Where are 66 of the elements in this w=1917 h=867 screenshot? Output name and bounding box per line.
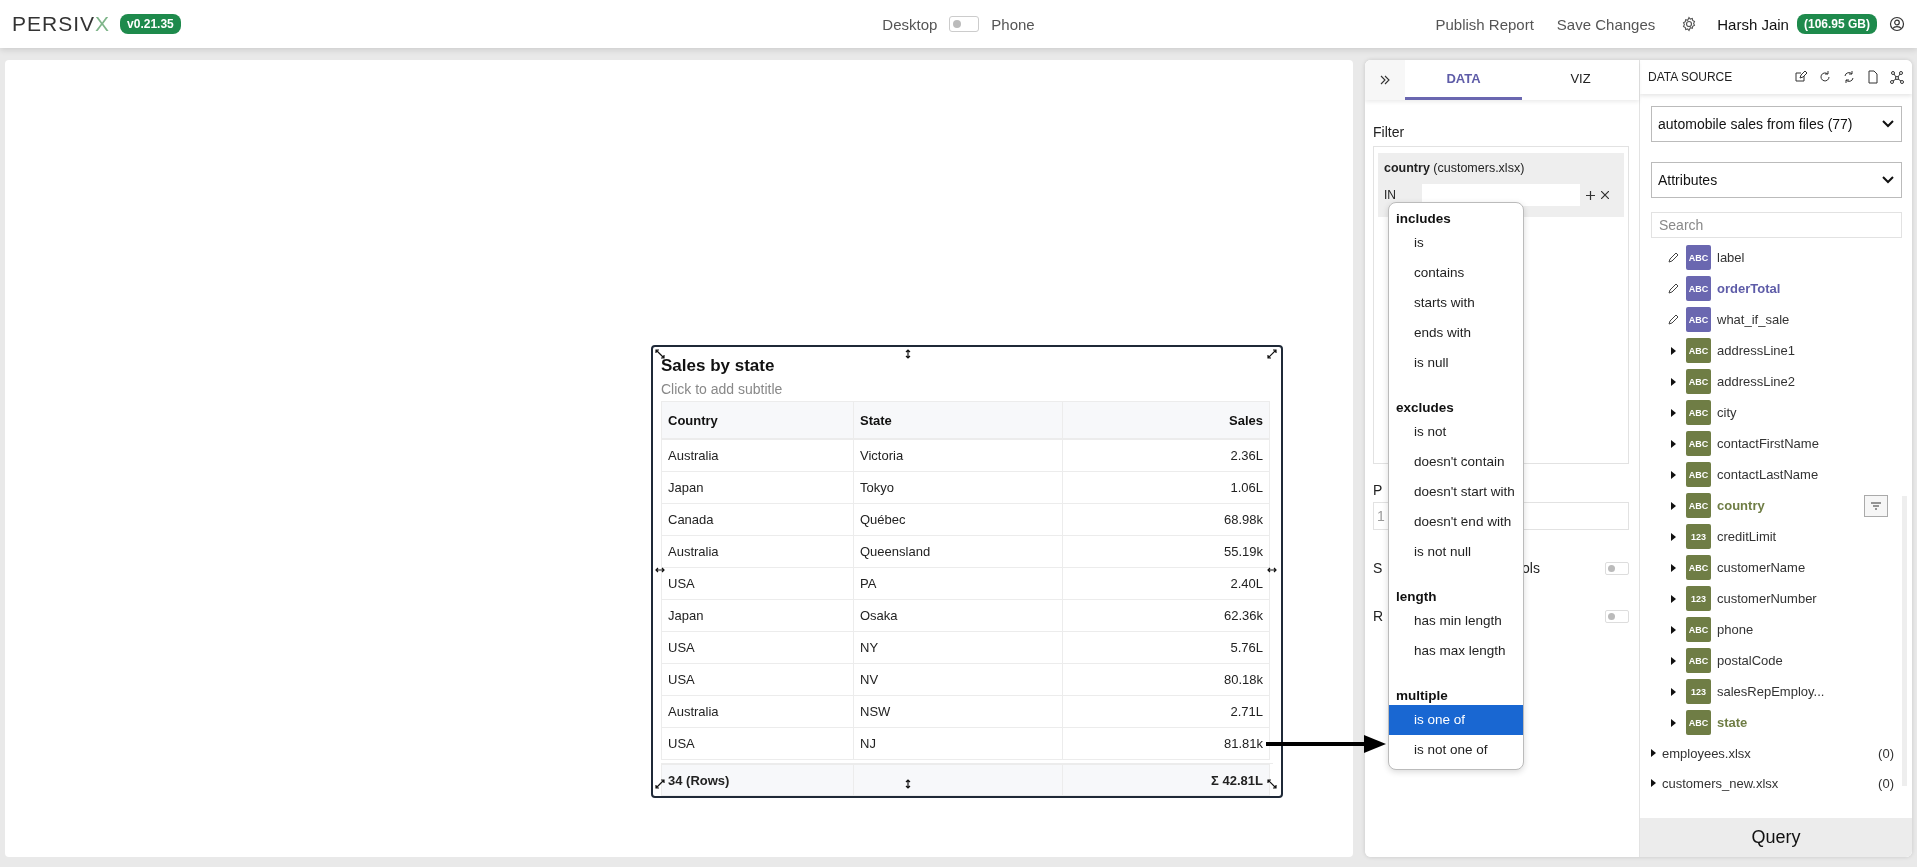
table-cell: NV [853, 663, 1063, 696]
storage-badge: (106.95 GB) [1796, 14, 1877, 34]
setting-label: R [1373, 608, 1384, 624]
type-badge: ABC [1686, 493, 1711, 518]
table-cell: Japan [661, 599, 854, 632]
type-badge: ABC [1686, 617, 1711, 642]
table-cell: 2.71L [1062, 695, 1270, 728]
menu-group-heading: multiple [1395, 687, 1449, 705]
table-cell: 5.76L [1062, 631, 1270, 664]
menu-group-heading: length [1395, 588, 1438, 606]
total-value: Σ 42.81L [1062, 764, 1270, 796]
menu-group-heading: excludes [1395, 399, 1455, 417]
setting-label: S [1373, 560, 1383, 576]
panel-title: DATA SOURCE [1648, 70, 1734, 84]
table-cell: 2.36L [1062, 439, 1270, 472]
type-badge: ABC [1686, 245, 1711, 270]
type-badge: ABC [1686, 462, 1711, 487]
filter-label: Filter [1373, 124, 1406, 140]
table-cell: USA [661, 631, 854, 664]
table-cell: 80.18k [1062, 663, 1270, 696]
table-cell: 1.06L [1062, 471, 1270, 504]
table-cell: NJ [853, 727, 1063, 760]
row-count: 34 (Rows) [661, 764, 854, 796]
table-cell: 68.98k [1062, 503, 1270, 536]
file-count: (0) [1878, 745, 1894, 761]
type-badge: 123 [1686, 586, 1711, 611]
type-badge: ABC [1686, 400, 1711, 425]
table-cell: USA [661, 663, 854, 696]
select-value: automobile sales from files (77) [1658, 116, 1853, 132]
table-cell: Australia [661, 439, 854, 472]
table-cell: Québec [853, 503, 1063, 536]
type-badge: ABC [1686, 338, 1711, 363]
table-cell: 62.36k [1062, 599, 1270, 632]
table-cell: Victoria [853, 439, 1063, 472]
setting-label: P [1373, 482, 1383, 498]
table-cell: Australia [661, 535, 854, 568]
type-badge: ABC [1686, 710, 1711, 735]
field-value: 1 [1377, 508, 1385, 524]
table-cell: NSW [853, 695, 1063, 728]
view-label: Desktop [882, 15, 938, 33]
table-cell: 81.81k [1062, 727, 1270, 760]
version-badge: v0.21.35 [120, 14, 181, 34]
table-cell: NY [853, 631, 1063, 664]
table-cell: Queensland [853, 535, 1063, 568]
table-cell: Japan [661, 471, 854, 504]
menu-group-heading: includes [1395, 210, 1452, 228]
file-count: (0) [1878, 775, 1894, 791]
select-value: Attributes [1658, 172, 1718, 188]
type-badge: ABC [1686, 276, 1711, 301]
type-badge: 123 [1686, 524, 1711, 549]
filter-field-name: country (customers.xlsx) [1384, 161, 1526, 175]
table-cell: Osaka [853, 599, 1063, 632]
table-cell: 55.19k [1062, 535, 1270, 568]
type-badge: ABC [1686, 307, 1711, 332]
table-cell: Canada [661, 503, 854, 536]
type-badge: ABC [1686, 648, 1711, 673]
table-cell: USA [661, 567, 854, 600]
type-badge: ABC [1686, 555, 1711, 580]
table-cell: USA [661, 727, 854, 760]
table-cell: PA [853, 567, 1063, 600]
view-label: Phone [991, 15, 1035, 33]
type-badge: ABC [1686, 369, 1711, 394]
type-badge: 123 [1686, 679, 1711, 704]
table-cell: Australia [661, 695, 854, 728]
type-badge: ABC [1686, 431, 1711, 456]
table-cell: Tokyo [853, 471, 1063, 504]
